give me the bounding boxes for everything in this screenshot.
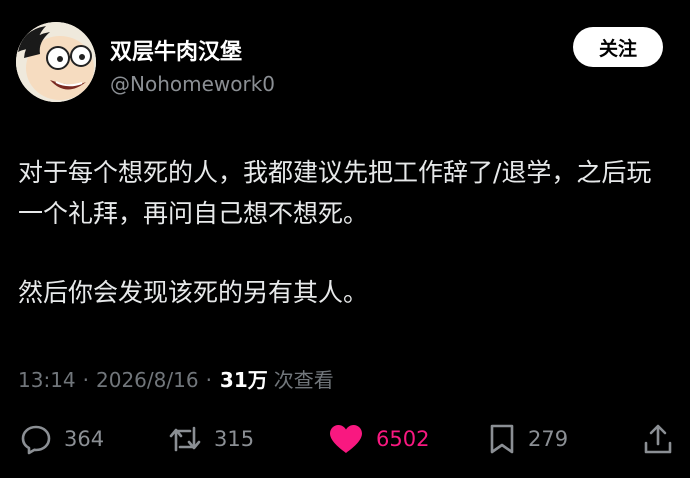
- reply-count: 364: [64, 427, 105, 451]
- bookmark-button[interactable]: 279: [488, 422, 568, 456]
- view-count-label: 次查看: [273, 368, 334, 392]
- tweet-meta: 13:14 · 2026/8/16 · 31万 次查看: [18, 364, 334, 393]
- bookmark-count: 279: [528, 427, 569, 451]
- tweet-date[interactable]: 2026/8/16: [96, 368, 199, 392]
- reply-icon: [21, 425, 51, 455]
- tweet-time[interactable]: 13:14: [18, 368, 76, 392]
- follow-button[interactable]: 关注: [573, 27, 663, 67]
- meta-separator: ·: [205, 368, 212, 392]
- view-count: 31万: [219, 368, 268, 392]
- cartoon-face-avatar-icon: [16, 22, 96, 102]
- retweet-button[interactable]: 315: [168, 422, 254, 456]
- like-count: 6502: [376, 427, 430, 451]
- bookmark-icon: [490, 424, 514, 454]
- retweet-icon: [169, 426, 201, 452]
- share-button[interactable]: [643, 422, 673, 456]
- share-icon: [644, 424, 672, 454]
- user-handle[interactable]: @Nohomework0: [110, 72, 275, 96]
- avatar[interactable]: [16, 22, 96, 102]
- meta-separator: ·: [82, 368, 89, 392]
- retweet-count: 315: [214, 427, 255, 451]
- display-name[interactable]: 双层牛肉汉堡: [110, 34, 242, 66]
- like-button[interactable]: 6502: [328, 422, 429, 456]
- heart-icon: [330, 425, 362, 453]
- tweet-paragraph: 对于每个想死的人，我都建议先把工作辞了/退学，之后玩一个礼拜，再问自己想不想死。: [18, 158, 652, 228]
- reply-button[interactable]: 364: [20, 422, 104, 456]
- tweet-paragraph: 然后你会发现该死的另有其人。: [18, 278, 369, 307]
- tweet-text: 对于每个想死的人，我都建议先把工作辞了/退学，之后玩一个礼拜，再问自己想不想死。…: [18, 152, 658, 313]
